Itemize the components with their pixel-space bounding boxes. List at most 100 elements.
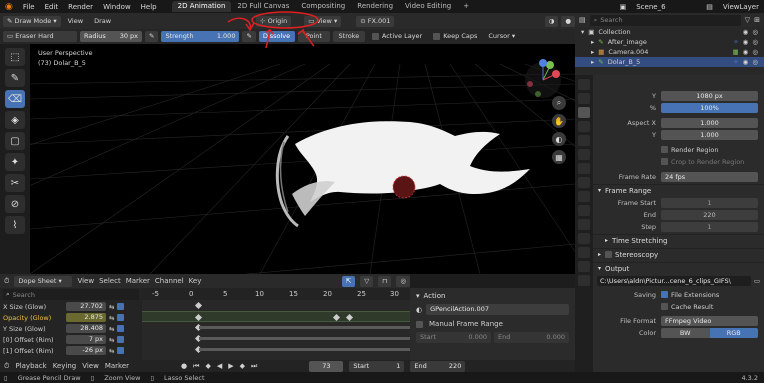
resolution-y-field[interactable]: 1080 px [661, 90, 758, 101]
view-layer-properties-icon[interactable] [578, 121, 590, 132]
cache-result-checkbox[interactable] [661, 303, 668, 310]
cursor-dropdown[interactable]: Cursor ▾ [484, 31, 519, 42]
physics-properties-icon[interactable] [578, 219, 590, 230]
visual-effects-icon[interactable] [578, 205, 590, 216]
menu-render[interactable]: Render [63, 3, 98, 11]
only-selected-icon[interactable]: ⇱ [341, 275, 356, 287]
draw-tool-icon[interactable]: ✎ [5, 69, 25, 87]
tab-rendering[interactable]: Rendering [351, 1, 399, 12]
action-end-field[interactable]: End 0.000 [494, 332, 569, 343]
record-icon[interactable]: ● [181, 362, 187, 370]
world-properties-icon[interactable] [578, 149, 590, 160]
visibility-eye-icon[interactable]: ◉ [743, 48, 749, 56]
active-layer-checkbox[interactable] [371, 32, 379, 40]
cutter-tool-icon[interactable]: ✂ [5, 174, 25, 192]
frame-ruler[interactable]: -5 0 5 10 15 20 25 30 [142, 288, 410, 300]
view-menu[interactable]: View [82, 362, 99, 370]
camera-render-icon[interactable]: ◎ [752, 58, 758, 66]
output-section[interactable]: ▾ Output [593, 262, 764, 274]
action-name-field[interactable]: GPencilAction.007 [426, 304, 569, 315]
current-frame-field[interactable]: 73 [309, 360, 344, 372]
channel-value[interactable]: 7 px [66, 335, 106, 344]
menu-file[interactable]: File [18, 3, 40, 11]
filter-icon[interactable]: ▽ [745, 16, 750, 24]
ds-menu-view[interactable]: View [77, 277, 94, 285]
crop-region-checkbox[interactable] [661, 158, 668, 165]
channel-row[interactable]: [0] Offset (Rim) 7 px ⇆ [0, 334, 142, 345]
view-layer-selector[interactable]: ViewLayer [718, 3, 764, 11]
strength-pressure-icon[interactable]: ✎ [242, 31, 256, 42]
marker-menu[interactable]: Marker [105, 362, 129, 370]
channel-visibility-icon[interactable]: ⇆ [109, 347, 114, 355]
aspect-x-field[interactable]: 1.000 [661, 117, 758, 128]
ortho-grid-icon[interactable]: ▦ [552, 150, 566, 164]
channel-checkbox[interactable] [117, 303, 125, 310]
visibility-eye-icon[interactable]: ◉ [743, 58, 749, 66]
color-bw-button[interactable]: BW [661, 327, 710, 338]
outliner-item-collection[interactable]: ▾ ▣ Collection ◉ ◎ [575, 27, 764, 37]
new-collection-icon[interactable]: ⊞ [754, 16, 760, 24]
zoom-icon[interactable]: ⌕ [552, 96, 566, 110]
channel-visibility-icon[interactable]: ⇆ [109, 336, 114, 344]
file-format-dropdown[interactable]: FFmpeg Video [661, 315, 758, 326]
channel-checkbox[interactable] [117, 347, 125, 354]
tab-video-editing[interactable]: Video Editing [399, 1, 457, 12]
erase-tool-icon[interactable]: ⌫ [5, 90, 25, 108]
visibility-eye-icon[interactable]: ◉ [743, 38, 749, 46]
mode-stroke-button[interactable]: Stroke [332, 31, 365, 42]
channel-row[interactable]: X Size (Glow) 27.702 ⇆ [0, 301, 142, 312]
folder-icon[interactable]: ▭ [754, 277, 760, 285]
scene-icon[interactable]: ▣ [615, 3, 632, 11]
timeline-row[interactable] [142, 300, 410, 311]
play-icon[interactable]: ▶ [228, 362, 233, 370]
channel-row[interactable]: Opacity (Glow) 2.875 ⇆ [0, 312, 142, 323]
data-properties-icon[interactable] [578, 247, 590, 258]
ds-menu-key[interactable]: Key [189, 277, 202, 285]
blender-logo-icon[interactable]: ◉ [0, 2, 18, 12]
eyedropper-tool-icon[interactable]: ⊘ [5, 195, 25, 213]
add-workspace-icon[interactable]: + [457, 1, 475, 12]
keyframe[interactable] [345, 313, 354, 322]
action-start-field[interactable]: Start 0.000 [416, 332, 491, 343]
keep-caps-checkbox[interactable] [433, 32, 441, 40]
manual-frame-range-checkbox[interactable] [416, 320, 423, 328]
channel-row[interactable]: Y Size (Glow) 28.408 ⇆ [0, 323, 142, 334]
collection-properties-icon[interactable] [578, 163, 590, 174]
mode-dissolve-button[interactable]: Dissolve [258, 31, 295, 42]
file-extensions-checkbox[interactable] [661, 291, 668, 298]
select-tool-icon[interactable]: ⬚ [5, 48, 25, 66]
radius-pressure-icon[interactable]: ✎ [145, 31, 159, 42]
gizmo-z-axis-icon[interactable] [539, 59, 547, 67]
output-properties-icon[interactable] [578, 107, 590, 118]
menu-edit[interactable]: Edit [40, 3, 64, 11]
prev-keyframe-icon[interactable]: ◆ [205, 362, 210, 370]
camera-render-icon[interactable]: ◎ [752, 48, 758, 56]
chevron-right-icon[interactable]: ▸ [591, 48, 594, 56]
menu-view[interactable]: View [64, 16, 87, 27]
keyframe[interactable] [332, 313, 341, 322]
frame-rate-dropdown[interactable]: 24 fps [661, 171, 758, 182]
radius-field[interactable]: Radius 30 px [80, 31, 142, 42]
3d-viewport[interactable]: User Perspective (73) Dolar_B_5 ⌕ ✋ ◐ ▦ [30, 44, 575, 274]
jump-start-icon[interactable]: ⏮ [193, 362, 199, 371]
overlay-toggle-icon[interactable]: ◑ [544, 15, 559, 27]
snapping-icon[interactable]: ⊓ [378, 275, 392, 287]
channel-row[interactable]: [1] Offset (Rim) -26 px ⇆ [0, 345, 142, 356]
timeline-row[interactable] [142, 344, 410, 355]
keyframe[interactable] [194, 301, 203, 310]
editor-type-icon[interactable]: ⏱ [4, 277, 9, 286]
timeline-row[interactable] [142, 322, 410, 333]
pan-hand-icon[interactable]: ✋ [552, 114, 566, 128]
frame-range-section[interactable]: ▾ Frame Range [593, 184, 764, 196]
channel-value[interactable]: 28.408 [66, 324, 106, 333]
time-stretching-section[interactable]: ▸ Time Stretching [593, 234, 764, 246]
outliner-search[interactable]: ⌕ Search [589, 14, 741, 26]
outliner-item-after-image[interactable]: ▸ ✎ After_image ✧ ◉ ◎ [575, 37, 764, 47]
modifier-properties-icon[interactable] [578, 191, 590, 202]
object-properties-icon[interactable] [578, 177, 590, 188]
tool-properties-icon[interactable] [578, 79, 590, 90]
mode-selector[interactable]: ✎ Draw Mode ▾ [3, 15, 61, 27]
stereoscopy-checkbox[interactable] [605, 251, 613, 258]
scene-properties-icon[interactable] [578, 135, 590, 146]
camera-view-icon[interactable]: ◐ [552, 132, 566, 146]
